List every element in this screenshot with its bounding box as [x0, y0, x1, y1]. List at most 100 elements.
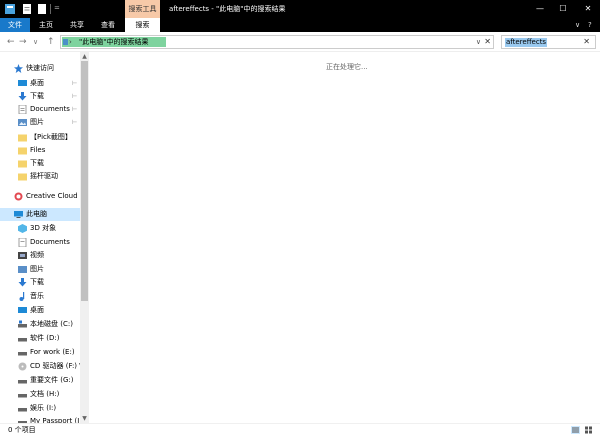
address-bar[interactable]: › "此电脑"中的搜索结果 ∨ ✕ — [60, 35, 494, 49]
help-icon[interactable]: ? — [588, 18, 592, 32]
cube-icon — [18, 224, 27, 233]
tab-view[interactable]: 查看 — [94, 18, 122, 32]
up-button[interactable]: ↑ — [47, 36, 55, 48]
nav-quick-access[interactable]: 快速访问 — [0, 62, 80, 75]
nav-item-folder[interactable]: 【Pick截图】 — [0, 131, 80, 144]
nav-item-folder[interactable]: Files — [0, 144, 80, 157]
nav-label: 桌面 — [30, 306, 44, 314]
search-input[interactable]: aftereffects ✕ — [501, 35, 596, 49]
nav-item-this-pc[interactable]: 此电脑 — [0, 208, 80, 221]
nav-item-cd-drive[interactable]: CD 驱动器 (F:) \ — [0, 360, 80, 373]
nav-item-downloads[interactable]: 下载 ⊢ — [0, 90, 80, 103]
document-icon — [18, 238, 27, 247]
nav-label: Creative Cloud F — [26, 192, 80, 200]
nav-label: Documents — [30, 105, 70, 113]
close-button[interactable]: ✕ — [578, 0, 598, 18]
pin-icon[interactable]: ⊢ — [72, 116, 77, 129]
nav-label: 文档 (H:) — [30, 390, 60, 398]
recent-locations-button[interactable]: ∨ — [33, 36, 38, 48]
nav-item-folder[interactable]: 摇杆驱动 — [0, 170, 80, 183]
address-row: ← → ∨ ↑ › "此电脑"中的搜索结果 ∨ ✕ aftereffects ✕ — [0, 32, 600, 52]
nav-item-pictures[interactable]: 图片 — [0, 263, 80, 276]
nav-item-desktop[interactable]: 桌面 — [0, 304, 80, 317]
app-icon[interactable] — [4, 3, 16, 15]
scroll-thumb[interactable] — [81, 61, 88, 301]
windows-drive-icon — [18, 320, 27, 328]
nav-item-3d-objects[interactable]: 3D 对象 — [0, 222, 80, 235]
computer-icon — [14, 211, 23, 218]
nav-item-drive[interactable]: 本地磁盘 (C:) — [0, 318, 80, 331]
nav-item-drive[interactable]: My Passport (J — [0, 415, 80, 423]
back-button[interactable]: ← — [7, 36, 15, 48]
new-folder-icon[interactable] — [37, 3, 47, 15]
nav-label: 下载 — [30, 159, 44, 167]
pin-icon[interactable]: ⊢ — [72, 103, 77, 116]
maximize-button[interactable]: ☐ — [553, 0, 573, 18]
nav-item-drive[interactable]: For work (E:) — [0, 346, 80, 359]
nav-label: 视频 — [30, 251, 44, 259]
ribbon-collapse-icon[interactable]: ∨ — [575, 18, 580, 32]
nav-label: 3D 对象 — [30, 224, 57, 232]
desktop-icon — [18, 80, 27, 86]
stop-search-button[interactable]: ✕ — [484, 36, 491, 48]
folder-icon — [18, 160, 27, 168]
results-pane[interactable]: 正在处理它... — [90, 52, 600, 423]
nav-item-videos[interactable]: 视频 — [0, 249, 80, 262]
creative-cloud-icon — [14, 192, 23, 201]
forward-button[interactable]: → — [19, 36, 27, 48]
cd-drive-icon — [18, 362, 27, 371]
nav-label: 图片 — [30, 265, 44, 273]
nav-label: For work (E:) — [30, 348, 75, 356]
nav-item-downloads[interactable]: 下载 — [0, 276, 80, 289]
hard-drive-icon — [18, 380, 27, 384]
properties-icon[interactable] — [22, 3, 32, 15]
tab-search[interactable]: 搜索 — [125, 18, 160, 32]
pin-icon[interactable]: ⊢ — [72, 90, 77, 103]
tab-file[interactable]: 文件 — [0, 18, 30, 32]
nav-label: 下载 — [30, 278, 44, 286]
quick-access-separator — [50, 4, 51, 14]
large-icons-view-icon[interactable] — [584, 426, 593, 434]
scroll-down-icon[interactable]: ▼ — [80, 414, 89, 423]
breadcrumb-search-results[interactable]: "此电脑"中的搜索结果 — [79, 37, 148, 47]
star-icon — [14, 64, 23, 73]
tab-home[interactable]: 主页 — [32, 18, 60, 32]
nav-item-pictures[interactable]: 图片 ⊢ — [0, 116, 80, 129]
pin-icon[interactable]: ⊢ — [72, 77, 77, 90]
nav-scrollbar[interactable]: ▲ ▼ — [80, 52, 89, 423]
nav-label: 重要文件 (G:) — [30, 376, 74, 384]
download-arrow-icon — [18, 92, 27, 101]
nav-item-documents[interactable]: Documents ⊢ — [0, 103, 80, 116]
nav-label: Documents — [30, 238, 70, 246]
nav-item-drive[interactable]: 娱乐 (I:) — [0, 402, 80, 415]
nav-label: CD 驱动器 (F:) \ — [30, 362, 80, 370]
minimize-button[interactable]: — — [530, 0, 550, 18]
nav-item-music[interactable]: 音乐 — [0, 290, 80, 303]
nav-label: 此电脑 — [26, 210, 47, 218]
scroll-up-icon[interactable]: ▲ — [80, 52, 89, 61]
title-bar: = 搜索工具 aftereffects - "此电脑"中的搜索结果 — ☐ ✕ — [0, 0, 600, 18]
nav-item-drive[interactable]: 文档 (H:) — [0, 388, 80, 401]
nav-label: My Passport (J — [30, 417, 80, 423]
tab-share[interactable]: 共享 — [62, 18, 92, 32]
nav-label: Files — [30, 146, 46, 154]
details-view-icon[interactable] — [571, 426, 580, 434]
nav-item-drive[interactable]: 重要文件 (G:) — [0, 374, 80, 387]
nav-item-drive[interactable]: 软件 (D:) — [0, 332, 80, 345]
nav-item-desktop[interactable]: 桌面 ⊢ — [0, 77, 80, 90]
nav-item-creative-cloud[interactable]: Creative Cloud F — [0, 190, 80, 203]
search-tools-context-tab: 搜索工具 — [125, 0, 160, 18]
breadcrumb-chevron-icon[interactable]: › — [69, 37, 72, 47]
nav-label: 软件 (D:) — [30, 334, 60, 342]
search-query[interactable]: aftereffects — [505, 38, 548, 47]
nav-label: 下载 — [30, 92, 44, 100]
pictures-icon — [18, 266, 27, 273]
address-dropdown-icon[interactable]: ∨ — [476, 37, 481, 48]
folder-icon — [18, 134, 27, 142]
nav-item-documents[interactable]: Documents — [0, 236, 80, 249]
nav-item-folder[interactable]: 下载 — [0, 157, 80, 170]
clear-search-button[interactable]: ✕ — [583, 36, 590, 48]
customize-toolbar-icon[interactable]: = — [54, 4, 60, 12]
download-arrow-icon — [18, 278, 27, 287]
nav-label: 音乐 — [30, 292, 44, 300]
